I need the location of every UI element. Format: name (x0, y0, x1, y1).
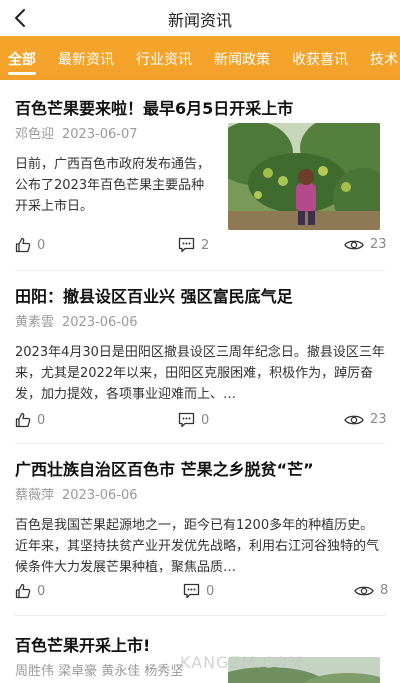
tab-technology[interactable]: 技术 (370, 49, 398, 69)
article-meta: 黄素雲 2023-06-06 (15, 311, 385, 330)
active-tab-indicator (8, 72, 36, 75)
article-date: 2023-06-06 (62, 315, 138, 330)
views-counter: 8 (354, 583, 388, 598)
comment-button[interactable]: 0 (183, 583, 214, 599)
thumbs-up-icon (15, 583, 31, 599)
article-author: 邓色迎 (15, 127, 55, 142)
comment-button[interactable]: 2 (178, 237, 209, 253)
views-counter: 23 (344, 237, 387, 252)
article-stats: 0 2 23 (15, 237, 387, 257)
article-title: 广西壮族自治区百色市 芒果之乡脱贫“芒” (15, 460, 314, 479)
comment-icon (178, 237, 195, 253)
divider (15, 443, 385, 444)
news-item[interactable]: 田阳：撤县设区百业兴 强区富民底气足 黄素雲 2023-06-06 2023年4月… (15, 283, 385, 405)
article-date: 2023-06-07 (62, 127, 138, 142)
watermark: KANGZM.COM (180, 653, 303, 672)
comment-icon (178, 412, 195, 428)
divider (15, 270, 385, 271)
comment-count: 2 (201, 237, 210, 253)
category-tabs: 全部 最新资讯 行业资讯 新闻政策 收获喜讯 技术 (0, 36, 400, 80)
like-button[interactable]: 0 (15, 237, 45, 253)
eye-icon (344, 240, 364, 249)
views-counter: 23 (344, 412, 387, 427)
article-title: 田阳：撤县设区百业兴 强区富民底气足 (15, 287, 293, 306)
article-stats: 0 0 8 (15, 583, 388, 603)
article-stats: 0 0 23 (15, 412, 387, 432)
thumbs-up-icon (15, 237, 31, 253)
comment-button[interactable]: 0 (178, 412, 209, 428)
mango-orchard-photo (228, 123, 380, 230)
view-count: 23 (370, 237, 387, 252)
article-date: 2023-06-06 (62, 488, 138, 503)
tab-latest-news[interactable]: 最新资讯 (58, 49, 114, 69)
divider (15, 615, 385, 616)
article-authors: 周胜伟 梁卓豪 黄永佳 杨秀坚 (15, 664, 184, 679)
tab-industry-news[interactable]: 行业资讯 (136, 49, 192, 69)
comment-count: 0 (206, 583, 215, 599)
top-bar: 新闻资讯 (0, 0, 400, 36)
page-title: 新闻资讯 (167, 11, 232, 30)
article-summary: 日前，广西百色市政府发布通告，公布了2023年百色芒果主要品种开采上市日。 (15, 157, 211, 214)
eye-icon (344, 415, 364, 424)
article-summary: 百色是我国芒果起源地之一，距今已有1200多年的种植历史。近年来，其坚持扶贫产业… (15, 518, 380, 575)
like-count: 0 (37, 237, 46, 253)
like-count: 0 (37, 412, 46, 428)
article-author: 蔡薇萍 (15, 488, 55, 503)
view-count: 23 (370, 412, 387, 427)
like-count: 0 (37, 583, 46, 599)
article-meta: 蔡薇萍 2023-06-06 (15, 484, 385, 503)
article-author: 黄素雲 (15, 315, 55, 330)
like-button[interactable]: 0 (15, 412, 45, 428)
comment-icon (183, 583, 200, 599)
tab-all[interactable]: 全部 (8, 49, 36, 69)
view-count: 8 (380, 583, 389, 598)
comment-count: 0 (201, 412, 210, 428)
like-button[interactable]: 0 (15, 583, 45, 599)
tab-harvest-news[interactable]: 收获喜讯 (292, 49, 348, 69)
thumbs-up-icon (15, 412, 31, 428)
article-title: 百色芒果要来啦！最早6月5日开采上市 (15, 99, 294, 118)
eye-icon (354, 586, 374, 595)
news-item[interactable]: 广西壮族自治区百色市 芒果之乡脱贫“芒” 蔡薇萍 2023-06-06 百色是我国… (15, 456, 385, 578)
tab-news-policy[interactable]: 新闻政策 (214, 49, 270, 69)
article-summary: 2023年4月30日是田阳区撤县设区三周年纪念日。撤县设区三年来，尤其是2022… (15, 345, 385, 402)
